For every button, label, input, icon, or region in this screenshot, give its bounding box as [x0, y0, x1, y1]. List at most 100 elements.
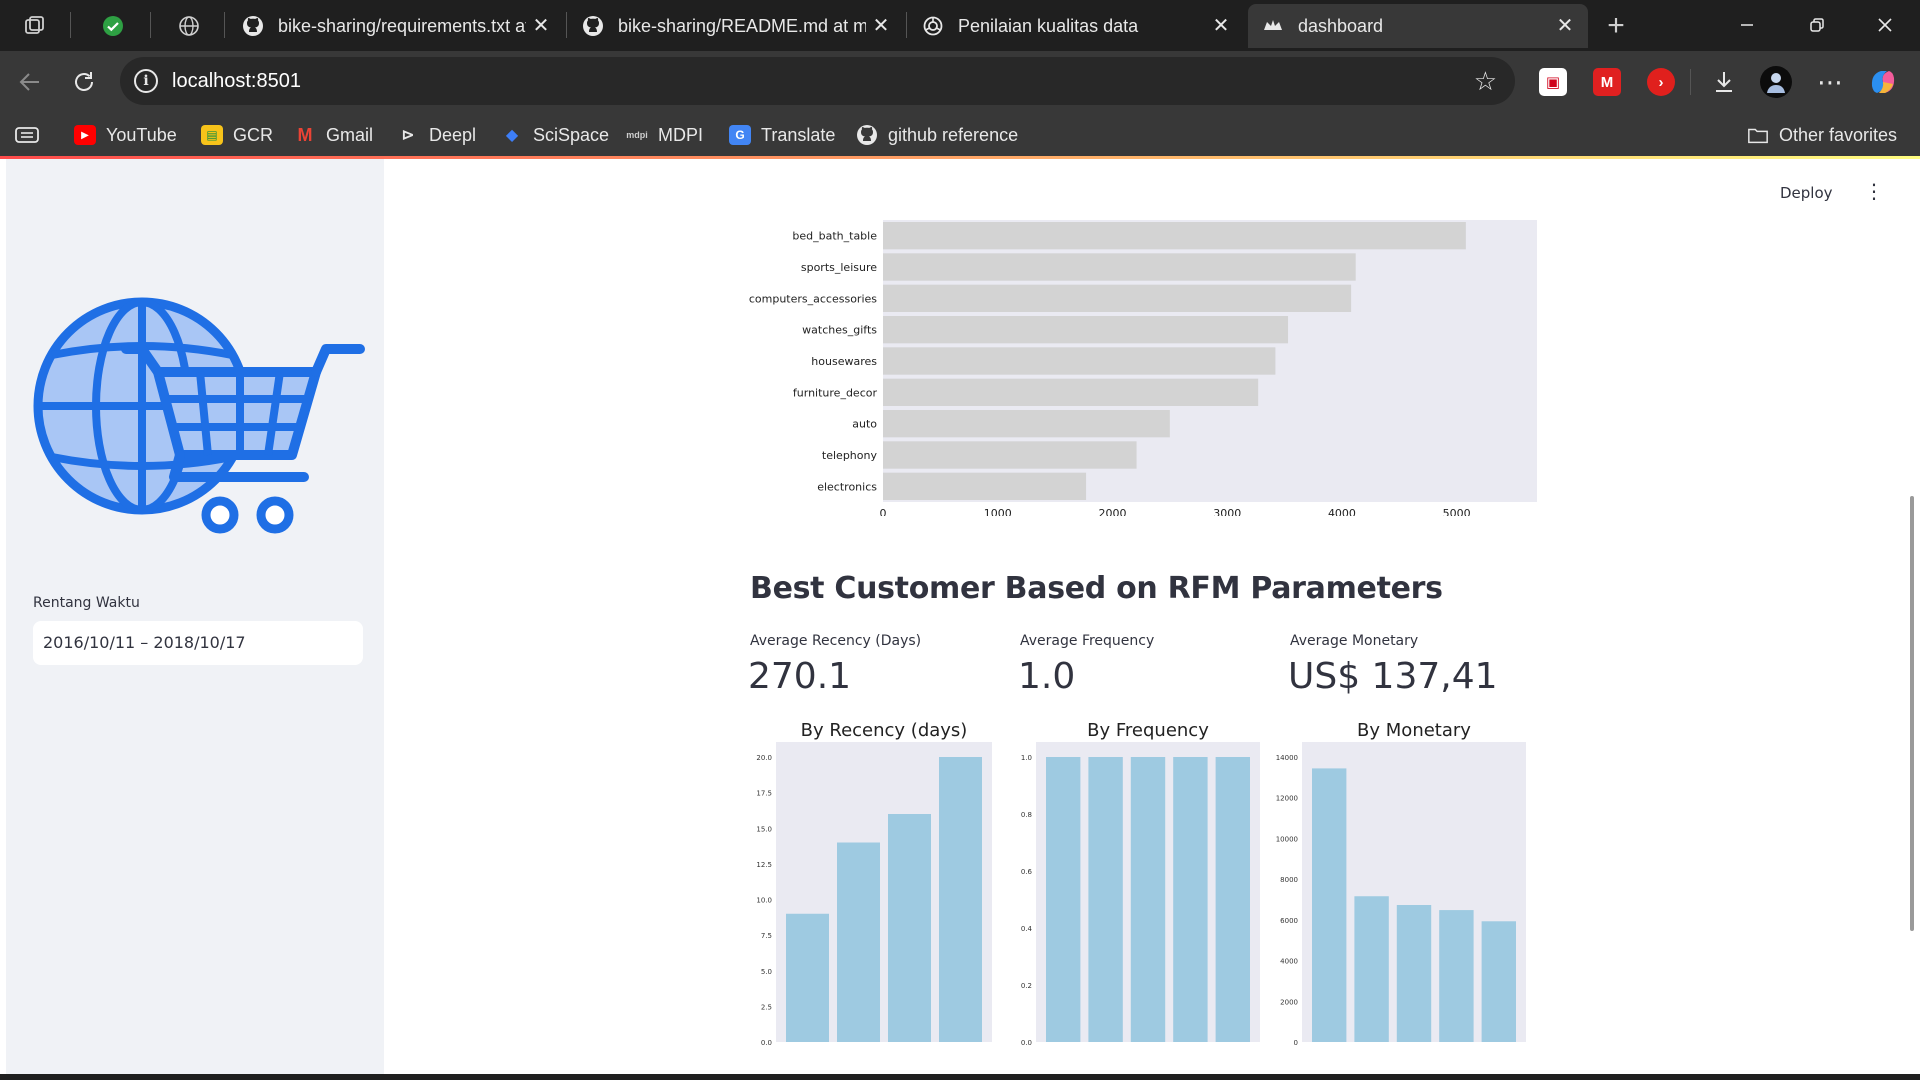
close-window-icon[interactable]	[1862, 6, 1908, 44]
bar	[1215, 757, 1250, 1042]
folder-icon	[1747, 125, 1769, 145]
scispace-icon: ◆	[505, 127, 519, 144]
chart-title: By Monetary	[1357, 720, 1471, 741]
bookmark-gcr[interactable]: ▤ GCR	[201, 121, 273, 149]
main-menu-icon[interactable]: ⋮	[1864, 180, 1884, 204]
sidebar: Rentang Waktu 2016/10/11 – 2018/10/17	[6, 159, 384, 1074]
x-tick-label: 0	[880, 507, 887, 516]
y-tick-label: 0.0	[1021, 1039, 1032, 1047]
bar	[1354, 896, 1389, 1042]
bar	[1481, 921, 1516, 1042]
x-tick-label: 4000	[1328, 507, 1356, 516]
page-scrollbar[interactable]	[1910, 496, 1914, 931]
back-arrow-icon[interactable]	[13, 65, 47, 99]
y-tick-label: 6000	[1280, 917, 1298, 925]
globe-tab-icon[interactable]	[176, 13, 202, 39]
tab-actions-icon[interactable]	[14, 121, 40, 149]
bookmark-scispace[interactable]: ◆ SciSpace	[501, 121, 609, 149]
minimize-icon[interactable]	[1724, 6, 1770, 44]
date-range-label: Rentang Waktu	[33, 595, 140, 611]
favorite-star-icon[interactable]: ☆	[1474, 66, 1497, 97]
bar	[883, 472, 1087, 500]
x-tick-label: 3000	[1213, 507, 1241, 516]
rfm-heading: Best Customer Based on RFM Parameters	[750, 571, 1443, 606]
bar	[888, 814, 931, 1042]
ecommerce-logo-icon	[33, 297, 365, 534]
y-tick-label: 0.0	[761, 1039, 772, 1047]
new-tab-button[interactable]: +	[1603, 9, 1629, 42]
y-tick-label: 10000	[1276, 835, 1298, 843]
youtube-icon: ▶	[74, 125, 96, 145]
y-tick-label: 14000	[1276, 754, 1298, 762]
other-favorites[interactable]: Other favorites	[1747, 121, 1897, 149]
bookmark-mdpi[interactable]: mdpi MDPI	[626, 121, 703, 149]
y-tick-label: 4000	[1280, 958, 1298, 966]
close-tab-icon[interactable]: ✕	[1554, 15, 1576, 37]
mendeley-extension-icon[interactable]: M	[1593, 68, 1621, 96]
bookmark-youtube[interactable]: ▶ YouTube	[74, 121, 177, 149]
x-tick-label: 5000	[1443, 507, 1471, 516]
profile-avatar[interactable]	[1759, 65, 1793, 99]
play-extension-icon[interactable]: ›	[1647, 68, 1675, 96]
tab-title: bike-sharing/requirements.txt at main	[278, 15, 526, 36]
bar	[883, 410, 1170, 438]
category-orders-chart: bed_bath_table sports_leisure computers_ac…	[749, 220, 1537, 516]
url-text[interactable]: localhost:8501	[172, 70, 301, 93]
metric-label-monetary: Average Monetary	[1290, 633, 1419, 649]
mcafee-extension-icon[interactable]: ▣	[1539, 68, 1567, 96]
more-menu-icon[interactable]: ⋯	[1813, 65, 1847, 99]
close-tab-icon[interactable]: ✕	[870, 15, 892, 37]
y-tick-label: 0.2	[1021, 982, 1032, 990]
browser-tab-strip: bike-sharing/requirements.txt at main ✕ …	[0, 0, 1920, 51]
tab-penilaian[interactable]: Penilaian kualitas data ✕	[908, 4, 1244, 48]
category-label: housewares	[811, 355, 877, 368]
site-info-icon[interactable]: i	[134, 69, 158, 93]
y-tick-label: 12000	[1276, 795, 1298, 803]
metric-value-monetary: US$ 137,41	[1288, 656, 1498, 697]
metric-value-recency: 270.1	[748, 656, 852, 697]
y-tick-label: 12.5	[756, 861, 772, 869]
category-label: watches_gifts	[802, 324, 877, 337]
tab-dashboard[interactable]: dashboard ✕	[1248, 4, 1588, 48]
bar	[883, 441, 1137, 469]
bar	[1173, 757, 1208, 1042]
chart-title: By Frequency	[1087, 720, 1209, 741]
tab-title: dashboard	[1298, 15, 1384, 36]
y-tick-label: 10.0	[756, 897, 772, 905]
category-label: computers_accessories	[749, 292, 877, 305]
copilot-icon[interactable]	[1866, 65, 1900, 99]
y-tick-label: 5.0	[761, 968, 772, 976]
date-range-input[interactable]: 2016/10/11 – 2018/10/17	[33, 621, 363, 665]
y-tick-label: 0.6	[1021, 868, 1033, 876]
category-label: bed_bath_table	[792, 230, 877, 243]
bookmark-gmail[interactable]: M Gmail	[294, 121, 374, 149]
bar	[883, 316, 1289, 344]
x-tick-label: 1000	[984, 507, 1012, 516]
bar	[883, 253, 1356, 281]
y-tick-label: 0.8	[1021, 811, 1032, 819]
bar	[1439, 910, 1474, 1042]
workspaces-icon[interactable]	[22, 13, 48, 39]
bookmark-github-reference[interactable]: github reference	[856, 121, 1018, 149]
mdpi-icon: mdpi	[626, 130, 648, 140]
tab-readme[interactable]: bike-sharing/README.md at main ✕	[568, 4, 904, 48]
category-label: telephony	[822, 449, 878, 462]
download-icon[interactable]	[1707, 65, 1741, 99]
tab-title: bike-sharing/README.md at main	[618, 15, 866, 36]
address-bar[interactable]: i localhost:8501 ☆	[120, 57, 1515, 105]
close-tab-icon[interactable]: ✕	[1210, 15, 1232, 37]
tab-requirements[interactable]: bike-sharing/requirements.txt at main ✕	[228, 4, 564, 48]
github-icon	[582, 15, 604, 37]
close-tab-icon[interactable]: ✕	[530, 15, 552, 37]
openai-icon	[922, 15, 944, 37]
bar	[883, 378, 1259, 406]
github-icon	[856, 125, 878, 145]
restore-icon[interactable]	[1794, 6, 1840, 44]
browser-toolbar: i localhost:8501 ☆ ▣ M › ⋯	[0, 51, 1920, 113]
bookmark-translate[interactable]: G Translate	[729, 121, 835, 149]
reload-icon[interactable]	[67, 65, 101, 99]
bookmark-deepl[interactable]: ⊳ Deepl	[397, 121, 476, 149]
bar	[1088, 757, 1123, 1042]
deploy-button[interactable]: Deploy	[1780, 184, 1833, 202]
check-extension-icon[interactable]	[100, 13, 126, 39]
